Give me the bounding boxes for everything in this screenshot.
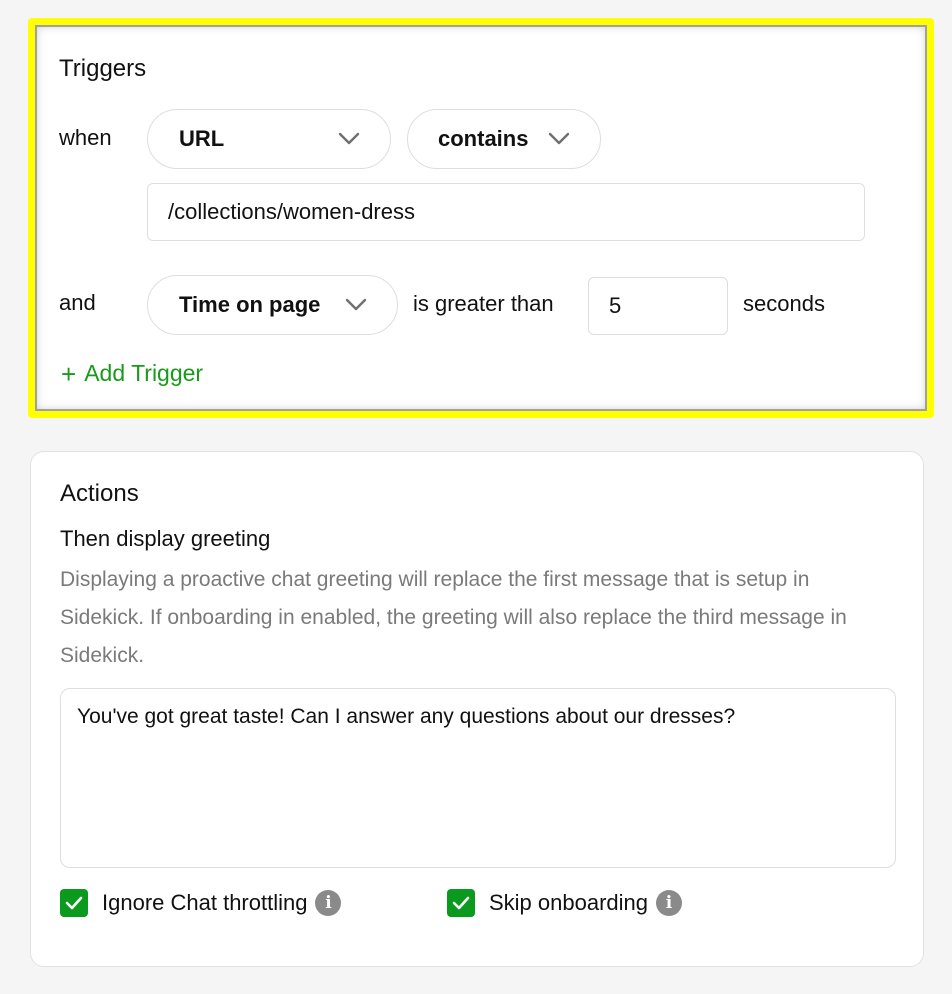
ignore-throttling-checkbox[interactable] (60, 889, 88, 917)
url-input[interactable]: /collections/women-dress (147, 183, 865, 241)
checkmark-icon (452, 896, 470, 910)
chevron-down-icon (345, 298, 367, 311)
greeting-text: You've got great taste! Can I answer any… (77, 705, 736, 728)
field-select[interactable]: URL (147, 109, 391, 169)
info-icon[interactable]: i (315, 890, 342, 916)
operator-select[interactable]: contains (407, 109, 601, 169)
plus-icon: + (61, 358, 77, 389)
checkmark-icon (65, 896, 83, 910)
when-label: when (59, 125, 112, 150)
triggers-title: Triggers (59, 55, 147, 82)
skip-onboarding-label: Skip onboarding (489, 890, 649, 915)
unit-text: seconds (743, 291, 825, 316)
metric-select-value: Time on page (179, 292, 321, 317)
actions-subtitle: Then display greeting (60, 526, 271, 551)
field-select-value: URL (179, 126, 225, 151)
greeting-textarea[interactable]: You've got great taste! Can I answer any… (60, 688, 896, 868)
actions-description: Displaying a proactive chat greeting wil… (60, 568, 847, 667)
actions-title: Actions (60, 480, 139, 507)
triggers-card: Triggers when URL contains /collections/… (28, 18, 934, 418)
metric-select[interactable]: Time on page (147, 275, 398, 335)
url-input-value: /collections/women-dress (168, 199, 415, 224)
comparison-text: is greater than (413, 291, 554, 316)
and-label: and (59, 290, 96, 315)
time-input-value: 5 (609, 293, 622, 318)
add-trigger-button[interactable]: + Add Trigger (61, 360, 203, 387)
actions-card: Actions Then display greeting Displaying… (30, 451, 924, 967)
skip-onboarding-checkbox[interactable] (447, 889, 475, 917)
time-input[interactable]: 5 (588, 277, 728, 335)
ignore-throttling-option: Ignore Chat throttling i (60, 889, 342, 917)
ignore-throttling-label: Ignore Chat throttling (102, 890, 308, 915)
chevron-down-icon (338, 132, 360, 145)
operator-select-value: contains (438, 126, 529, 151)
skip-onboarding-option: Skip onboarding i (447, 889, 683, 917)
add-trigger-label: Add Trigger (84, 360, 204, 386)
info-icon[interactable]: i (656, 890, 683, 916)
chevron-down-icon (548, 132, 570, 145)
